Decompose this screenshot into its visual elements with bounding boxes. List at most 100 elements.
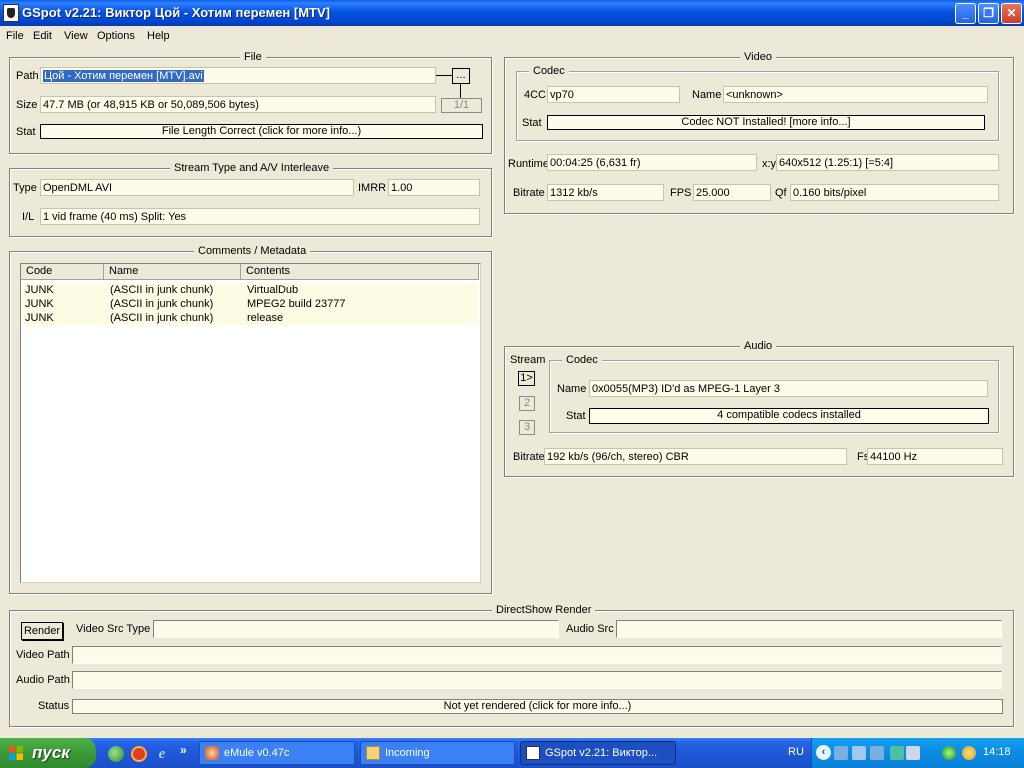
row-code: JUNK: [25, 312, 54, 324]
path-label: Path: [16, 70, 39, 82]
type-label: Type: [13, 182, 37, 194]
stream-button-3: 3: [519, 420, 535, 435]
network-icon-2[interactable]: [870, 746, 884, 760]
start-label: пуск: [32, 743, 70, 762]
stream-button-2: 2: [519, 396, 535, 411]
video-src-type-label: Video Src Type: [76, 623, 151, 635]
column-header-contents[interactable]: Contents: [241, 264, 479, 280]
audio-src-label: Audio Src: [566, 623, 614, 635]
imrr-field: 1.00: [388, 179, 480, 196]
path-connector: [436, 75, 453, 76]
antivirus-icon[interactable]: [942, 746, 956, 760]
audio-bitrate-field: 192 kb/s (96/ch, stereo) CBR: [544, 448, 847, 465]
table-row[interactable]: JUNK (ASCII in junk chunk) VirtualDub: [22, 283, 478, 297]
internet-explorer-icon[interactable]: e: [154, 746, 170, 762]
row-contents: release: [247, 312, 284, 324]
video-group-title: Video: [740, 51, 776, 63]
folder-icon: [366, 746, 380, 760]
browse-button[interactable]: ...: [452, 68, 470, 84]
close-button[interactable]: ✕: [1001, 3, 1022, 24]
tray-expand-icon[interactable]: ‹: [816, 745, 831, 760]
audio-stat-label: Stat: [566, 410, 586, 422]
page-indicator: 1/1: [441, 98, 482, 113]
safely-remove-icon[interactable]: [906, 746, 920, 760]
title-bar[interactable]: GSpot v2.21: Виктор Цой - Хотим перемен …: [0, 0, 1024, 26]
device-icon[interactable]: [890, 746, 904, 760]
audio-name-field: 0x0055(MP3) ID'd as MPEG-1 Layer 3: [589, 380, 988, 397]
network-icon[interactable]: [834, 746, 848, 760]
restore-button[interactable]: ❐: [978, 3, 999, 24]
monitor-icon[interactable]: [852, 746, 866, 760]
render-status-button[interactable]: Not yet rendered (click for more info...…: [72, 699, 1003, 714]
video-codec-title: Codec: [529, 65, 569, 77]
video-bitrate-label: Bitrate: [513, 187, 545, 199]
il-label: I/L: [22, 211, 35, 223]
row-contents: VirtualDub: [247, 284, 299, 296]
audio-name-label: Name: [557, 383, 587, 395]
runtime-field: 00:04:25 (6,631 fr): [547, 154, 757, 171]
row-contents: MPEG2 build 23777: [247, 298, 346, 310]
windows-logo-icon: [9, 746, 23, 760]
column-header-name[interactable]: Name: [104, 264, 241, 280]
table-row[interactable]: JUNK (ASCII in junk chunk) MPEG2 build 2…: [22, 297, 478, 311]
app-icon: [3, 4, 19, 22]
row-code: JUNK: [25, 284, 54, 296]
app-tray-icon[interactable]: [962, 746, 976, 760]
fps-field: 25.000: [693, 184, 771, 201]
qf-label: Qf: [775, 187, 787, 199]
task-emule-label: eMule v0.47c: [224, 747, 290, 759]
emule-icon: [205, 746, 219, 760]
task-incoming-label: Incoming: [385, 747, 430, 759]
size-field: 47.7 MB (or 48,915 KB or 50,089,506 byte…: [40, 96, 436, 113]
video-codec-stat-button[interactable]: Codec NOT Installed! [more info...]: [547, 115, 985, 130]
quicklaunch-more-button[interactable]: »: [180, 743, 187, 757]
desktop-icon[interactable]: [108, 746, 124, 762]
video-bitrate-field: 1312 kb/s: [547, 184, 664, 201]
table-row[interactable]: JUNK (ASCII in junk chunk) release: [22, 311, 478, 325]
xy-label: x:y: [762, 158, 777, 170]
clock: 14:18: [983, 746, 1011, 758]
fps-label: FPS: [670, 187, 692, 199]
stream-type-group-title: Stream Type and A/V Interleave: [170, 162, 334, 174]
file-group-title: File: [240, 51, 266, 63]
imrr-label: IMRR: [358, 182, 387, 194]
task-emule[interactable]: eMule v0.47c: [199, 741, 355, 765]
task-gspot[interactable]: GSpot v2.21: Виктор...: [520, 741, 676, 765]
window-title: GSpot v2.21: Виктор Цой - Хотим перемен …: [22, 5, 330, 20]
fourcc-field: vp70: [547, 86, 680, 103]
minimize-button[interactable]: _: [955, 3, 976, 24]
render-button[interactable]: Render: [21, 622, 63, 640]
video-stat-label: Stat: [522, 117, 542, 129]
directshow-group-title: DirectShow Render: [492, 604, 596, 616]
taskbar: пуск e » eMule v0.47c Incoming GSpot v2.…: [0, 738, 1024, 768]
video-path-label: Video Path: [16, 649, 70, 661]
task-incoming[interactable]: Incoming: [360, 741, 515, 765]
il-field: 1 vid frame (40 ms) Split: Yes: [40, 208, 480, 225]
menu-file[interactable]: File: [1, 28, 29, 44]
size-label: Size: [16, 99, 38, 111]
start-button[interactable]: пуск: [0, 738, 96, 768]
menu-options[interactable]: Options: [92, 28, 140, 44]
system-tray: ‹ 14:18: [811, 738, 1024, 768]
video-path-field: [72, 646, 1002, 664]
audio-codec-stat-button[interactable]: 4 compatible codecs installed: [589, 408, 989, 424]
fs-field: 44100 Hz: [867, 448, 1003, 465]
path-field[interactable]: Цой - Хотим перемен [MTV].avi: [40, 67, 436, 84]
metadata-list[interactable]: Code Name Contents JUNK (ASCII in junk c…: [20, 263, 481, 583]
row-code: JUNK: [25, 298, 54, 310]
video-src-type-field: [153, 620, 559, 638]
opera-icon[interactable]: [131, 746, 147, 762]
audio-src-field: [616, 620, 1002, 638]
path-value: Цой - Хотим перемен [MTV].avi: [43, 70, 204, 82]
file-stat-button[interactable]: File Length Correct (click for more info…: [40, 124, 483, 139]
stream-button-1[interactable]: 1>: [518, 371, 535, 386]
language-indicator[interactable]: RU: [788, 746, 804, 758]
xy-field: 640x512 (1.25:1) [=5:4]: [776, 154, 999, 171]
audio-codec-title: Codec: [562, 354, 602, 366]
menu-help[interactable]: Help: [142, 28, 175, 44]
gspot-icon: [526, 746, 540, 760]
menu-view[interactable]: View: [59, 28, 93, 44]
menu-edit[interactable]: Edit: [28, 28, 57, 44]
video-name-label: Name: [692, 89, 722, 101]
column-header-code[interactable]: Code: [21, 264, 104, 280]
